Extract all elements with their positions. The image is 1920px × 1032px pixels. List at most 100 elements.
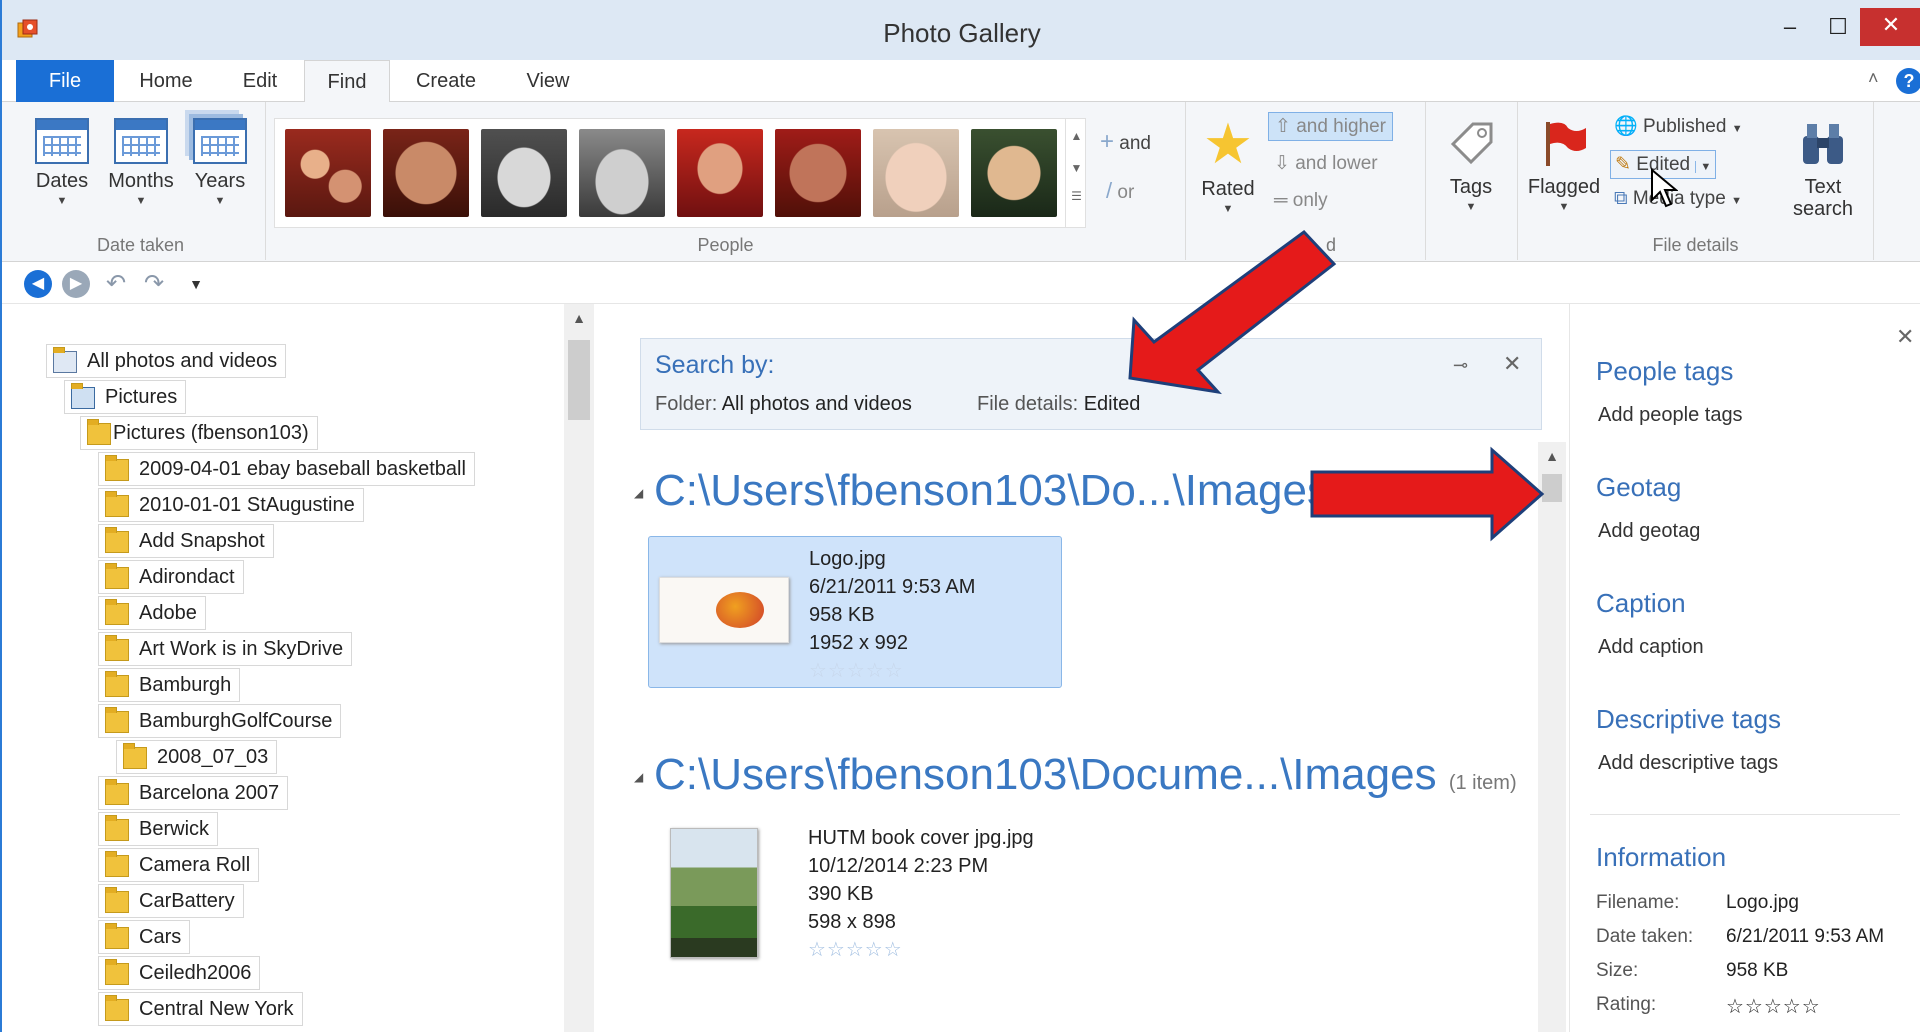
tree-item-folder[interactable]: 2010-01-01 StAugustine <box>98 488 364 522</box>
add-geotag-link[interactable]: Add geotag <box>1598 520 1700 543</box>
info-value[interactable]: ☆☆☆☆☆ <box>1726 994 1821 1019</box>
people-gallery-scroll[interactable]: ▲ ▼ ☰ <box>1065 119 1087 227</box>
folder-filter-label: Folder: <box>655 393 718 415</box>
search-details-filter[interactable]: File details: Edited <box>977 393 1140 416</box>
tree-item-folder[interactable]: Add Snapshot <box>98 524 274 558</box>
collapse-ribbon-icon[interactable]: ˄ <box>1868 68 1879 89</box>
help-icon[interactable]: ? <box>1896 68 1920 94</box>
person-thumbnail[interactable] <box>383 129 469 217</box>
months-button[interactable]: Months ▼ <box>104 118 178 207</box>
tree-scrollbar[interactable]: ▲ <box>564 304 594 1032</box>
scroll-thumb[interactable] <box>568 340 590 420</box>
and-higher-button[interactable]: ⇧ and higher <box>1268 112 1393 141</box>
years-button[interactable]: Years ▼ <box>188 118 252 207</box>
group-header[interactable]: C:\Users\fbenson103\Docume...\Images (1 … <box>654 750 1517 800</box>
tab-create[interactable]: Create <box>398 60 494 102</box>
tab-view[interactable]: View <box>502 60 594 102</box>
tree-item-folder[interactable]: Berwick <box>98 812 219 846</box>
chevron-down-icon[interactable]: ▼ <box>1695 161 1712 173</box>
person-thumbnail[interactable] <box>873 129 959 217</box>
rated-button[interactable]: ★ Rated ▼ <box>1196 116 1260 216</box>
tree-item-label: Camera Roll <box>139 854 251 876</box>
rating-stars[interactable]: ☆☆☆☆☆ <box>809 657 975 685</box>
scroll-up-icon[interactable]: ▲ <box>564 310 594 326</box>
expand-gallery-icon[interactable]: ☰ <box>1066 189 1087 203</box>
tab-file[interactable]: File <box>16 60 114 102</box>
text-search-button[interactable]: Text search <box>1782 118 1864 220</box>
pin-icon[interactable]: ⊸ <box>1453 355 1468 376</box>
window-title: Photo Gallery <box>883 18 1041 48</box>
dates-button[interactable]: Dates ▼ <box>32 118 92 207</box>
tree-item-all-photos[interactable]: All photos and videos <box>46 344 287 378</box>
customize-toolbar-icon[interactable]: ▼ <box>182 270 210 298</box>
person-thumbnail[interactable] <box>775 129 861 217</box>
main-scrollbar[interactable]: ▲ <box>1538 442 1566 1032</box>
back-icon[interactable]: ◀ <box>24 270 52 298</box>
calendar-stack-icon <box>193 118 247 164</box>
tree-item-label: Ceiledh2006 <box>139 962 252 984</box>
collapse-group-icon[interactable]: ◢ <box>634 770 643 784</box>
add-people-tags-link[interactable]: Add people tags <box>1598 404 1743 427</box>
tree-item-folder[interactable]: Adobe <box>98 596 206 630</box>
person-thumbnail[interactable] <box>285 129 371 217</box>
add-descriptive-tags-link[interactable]: Add descriptive tags <box>1598 752 1778 775</box>
tags-label: Tags <box>1449 176 1493 198</box>
tree-item-folder[interactable]: Camera Roll <box>98 848 260 882</box>
tab-edit[interactable]: Edit <box>216 60 304 102</box>
close-button[interactable]: ✕ <box>1860 8 1920 46</box>
tags-button[interactable]: Tags ▼ <box>1440 118 1502 213</box>
tree-item-folder[interactable]: Central New York <box>98 992 303 1026</box>
photo-item[interactable]: HUTM book cover jpg.jpg 10/12/2014 2:23 … <box>648 816 1062 968</box>
person-thumbnail[interactable] <box>579 129 665 217</box>
forward-icon[interactable]: ▶ <box>62 270 90 298</box>
tree-item-folder[interactable]: Ceiledh2006 <box>98 956 261 990</box>
scroll-up-icon[interactable]: ▲ <box>1538 448 1566 464</box>
tab-home[interactable]: Home <box>118 60 214 102</box>
info-value[interactable]: 6/21/2011 9:53 AM <box>1726 926 1884 948</box>
close-search-icon[interactable]: ✕ <box>1503 351 1521 377</box>
tree-item-folder[interactable]: Bamburgh <box>98 668 241 702</box>
collapse-group-icon[interactable]: ◢ <box>634 486 643 500</box>
flagged-button[interactable]: Flagged ▼ <box>1526 118 1602 213</box>
info-value[interactable]: Logo.jpg <box>1726 892 1799 914</box>
published-button[interactable]: 🌐 Published ▼ <box>1614 114 1743 138</box>
tree-item-label: Pictures (fbenson103) <box>113 422 309 444</box>
chevron-down-icon: ▼ <box>1558 201 1570 213</box>
scroll-down-icon[interactable]: ▼ <box>1066 161 1087 175</box>
only-button[interactable]: ═ only <box>1274 190 1328 212</box>
and-lower-button[interactable]: ⇩ and lower <box>1274 152 1378 175</box>
flag-icon <box>1546 122 1586 166</box>
tree-item-pictures[interactable]: Pictures <box>64 380 187 414</box>
tree-item-folder[interactable]: Cars <box>98 920 191 954</box>
person-thumbnail[interactable] <box>971 129 1057 217</box>
minimize-button[interactable]: ‒ <box>1764 10 1816 44</box>
or-button[interactable]: / or <box>1106 178 1134 204</box>
tree-item-folder[interactable]: Adirondact <box>98 560 244 594</box>
tree-item-folder[interactable]: Barcelona 2007 <box>98 776 289 810</box>
scroll-up-icon[interactable]: ▲ <box>1066 129 1087 143</box>
rating-stars[interactable]: ☆☆☆☆☆ <box>808 936 1034 964</box>
redo-icon[interactable]: ↷ <box>140 270 168 298</box>
search-folder-filter[interactable]: Folder: All photos and videos <box>655 393 912 416</box>
tree-item-user-pictures[interactable]: Pictures (fbenson103) <box>80 416 318 450</box>
maximize-button[interactable]: ☐ <box>1812 10 1864 44</box>
and-button[interactable]: + and <box>1100 128 1151 156</box>
undo-icon[interactable]: ↶ <box>102 270 130 298</box>
pencil-icon: ✎ <box>1615 154 1631 175</box>
group-header[interactable]: C:\Users\fbenson103\Do...\Images <box>654 466 1329 516</box>
tree-item-folder[interactable]: 2008_07_03 <box>116 740 278 774</box>
person-thumbnail[interactable] <box>677 129 763 217</box>
person-thumbnail[interactable] <box>481 129 567 217</box>
close-info-pane-icon[interactable]: ✕ <box>1896 324 1914 350</box>
descriptive-tags-heading: Descriptive tags <box>1596 704 1781 734</box>
photo-item-selected[interactable]: Logo.jpg 6/21/2011 9:53 AM 958 KB 1952 x… <box>648 536 1062 688</box>
tree-item-folder[interactable]: Art Work is in SkyDrive <box>98 632 353 666</box>
tree-item-folder[interactable]: 2009-04-01 ebay baseball basketball <box>98 452 475 486</box>
add-caption-link[interactable]: Add caption <box>1598 636 1704 659</box>
info-pane: ✕ People tags Add people tags Geotag Add… <box>1569 304 1920 1032</box>
tab-find[interactable]: Find <box>304 60 390 102</box>
tree-item-folder[interactable]: BamburghGolfCourse <box>98 704 342 738</box>
tree-item-folder[interactable]: CarBattery <box>98 884 244 918</box>
scroll-thumb[interactable] <box>1542 474 1562 502</box>
plus-icon: + <box>1100 128 1115 155</box>
